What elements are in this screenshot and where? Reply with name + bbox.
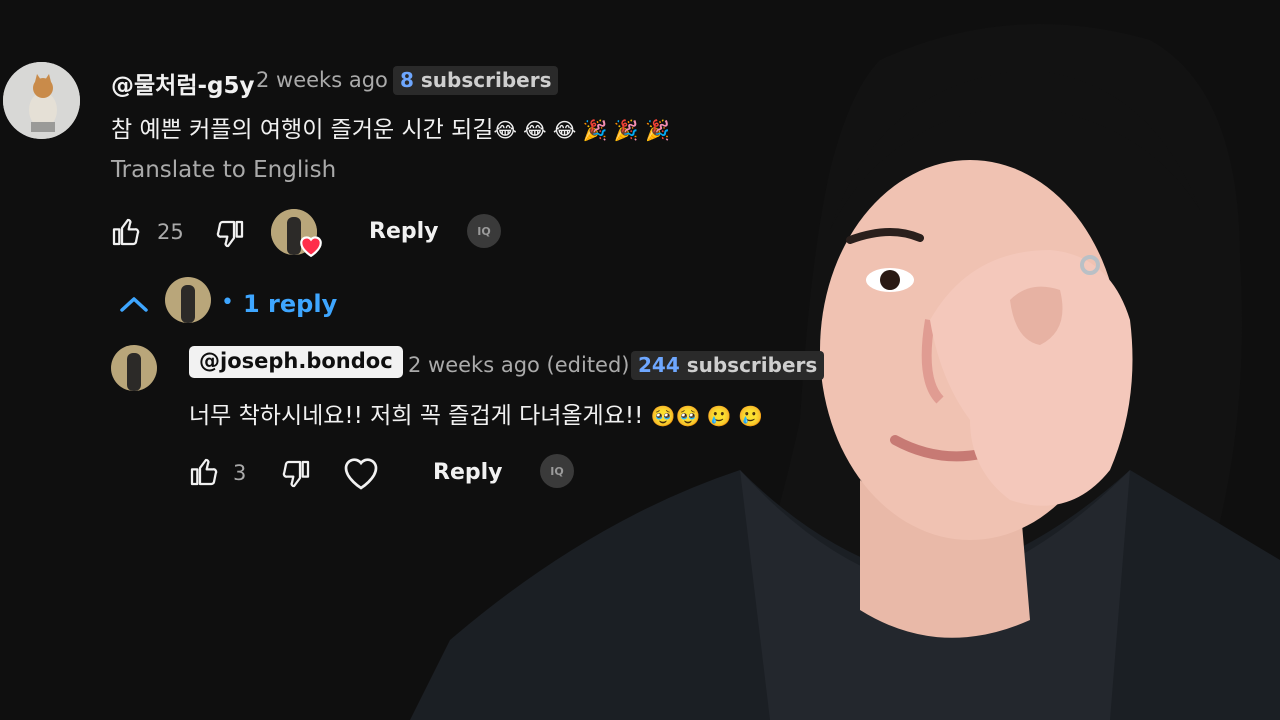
cat-avatar-image — [3, 62, 80, 139]
commenter-avatar[interactable] — [3, 62, 80, 139]
reply-subscribers-count: 244 — [638, 353, 680, 377]
replies-toggle-button[interactable]: 1 reply — [243, 290, 337, 318]
heart-icon — [300, 236, 322, 257]
reply-iq-icon[interactable]: IQ — [540, 454, 574, 488]
reply-text-row: 너무 착하시네요!! 저희 꼭 즐겁게 다녀올게요!! 🥹🥹 🥲 🥲 — [189, 396, 763, 430]
reply-emojis: 🥹🥹 🥲 🥲 — [650, 404, 763, 428]
chevron-up-icon[interactable] — [118, 292, 150, 316]
subscribers-count: 8 — [400, 68, 414, 92]
dislike-icon[interactable] — [214, 218, 246, 250]
comment-text: 참 예쁜 커플의 여행이 즐거운 시간 되길 — [111, 117, 494, 143]
reply-dislike-icon[interactable] — [280, 458, 312, 490]
reply-reply-button[interactable]: Reply — [433, 460, 503, 485]
reply-button[interactable]: Reply — [369, 219, 439, 244]
subscribers-badge: 8 subscribers — [393, 66, 559, 95]
reply-iq-label: IQ — [550, 464, 564, 478]
reply-text: 너무 착하시네요!! 저희 꼭 즐겁게 다녀올게요!! — [189, 403, 644, 429]
replies-dot: • — [221, 290, 234, 315]
reply-timestamp[interactable]: 2 weeks ago (edited) — [408, 353, 630, 377]
like-icon[interactable] — [110, 216, 142, 248]
comment-text-row: 참 예쁜 커플의 여행이 즐거운 시간 되길😂 😂 😂 🎉 🎉 🎉 — [111, 110, 670, 144]
translate-link[interactable]: Translate to English — [111, 157, 336, 183]
comment-timestamp[interactable]: 2 weeks ago — [256, 68, 388, 92]
replier-avatar-small — [165, 277, 211, 323]
reply-subscribers-label: subscribers — [679, 353, 818, 377]
heart-outline-icon[interactable] — [341, 454, 381, 492]
comment-emojis: 😂 😂 😂 🎉 🎉 🎉 — [493, 118, 671, 142]
reply-subscribers-badge: 244 subscribers — [631, 351, 825, 380]
reply-like-icon[interactable] — [188, 456, 220, 488]
creator-heart — [271, 209, 322, 259]
like-count: 25 — [157, 220, 184, 244]
reply-avatar[interactable] — [111, 345, 157, 391]
iq-icon[interactable]: IQ — [467, 214, 501, 248]
reply-handle[interactable]: @joseph.bondoc — [189, 346, 403, 378]
reply-like-count: 3 — [233, 461, 247, 485]
commenter-handle[interactable]: @물처럼-g5y — [111, 66, 255, 100]
iq-label: IQ — [477, 224, 491, 238]
subscribers-label: subscribers — [413, 68, 552, 92]
